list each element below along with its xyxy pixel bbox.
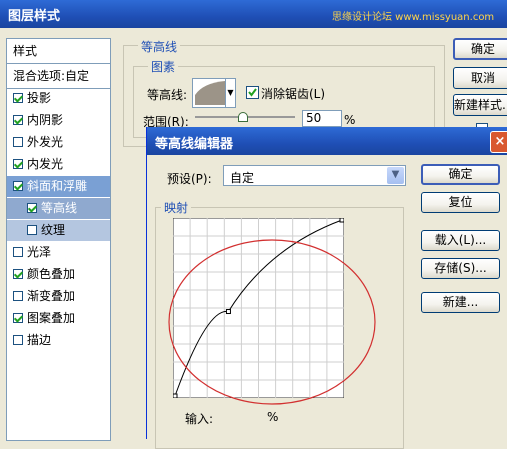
inner-shadow-checkbox[interactable]: [13, 115, 23, 125]
style-item-satin[interactable]: 光泽: [7, 242, 110, 263]
style-list: 样式 混合选项:自定 投影 内阴影 外发光 内发光 斜面和浮雕 等高线 纹理 光…: [6, 38, 111, 441]
drop-shadow-checkbox[interactable]: [13, 93, 23, 103]
inner-glow-checkbox[interactable]: [13, 159, 23, 169]
new-style-button[interactable]: 新建样式...: [453, 94, 507, 116]
satin-checkbox[interactable]: [13, 247, 23, 257]
range-unit: %: [344, 113, 356, 127]
chevron-down-icon[interactable]: ▼: [387, 167, 404, 184]
anti-alias-checkbox[interactable]: [246, 86, 259, 99]
layer-style-title: 图层样式: [8, 9, 61, 24]
input-label: 输入:: [185, 412, 214, 426]
layer-style-ok-button[interactable]: 确定: [453, 38, 507, 60]
style-item-inner-glow[interactable]: 内发光: [7, 154, 110, 175]
elements-group-title: 图素: [148, 58, 179, 75]
style-item-color-overlay[interactable]: 颜色叠加: [7, 264, 110, 285]
color-overlay-checkbox[interactable]: [13, 269, 23, 279]
mapping-title: 映射: [161, 199, 192, 216]
load-button[interactable]: 载入(L)...: [421, 230, 500, 251]
bevel-emboss-checkbox[interactable]: [13, 181, 23, 191]
blend-options-item[interactable]: 混合选项:自定: [7, 66, 110, 87]
contour-picker[interactable]: [192, 78, 228, 108]
contour-panel-title: 等高线: [138, 38, 181, 55]
save-button[interactable]: 存储(S)...: [421, 258, 500, 279]
preset-label: 预设(P):: [167, 172, 212, 186]
style-item-pattern-overlay[interactable]: 图案叠加: [7, 308, 110, 329]
outer-glow-checkbox[interactable]: [13, 137, 23, 147]
close-icon[interactable]: ×: [490, 131, 507, 153]
watermark: 思缘设计论坛 www.missyuan.com: [332, 12, 495, 23]
input-unit: %: [267, 410, 279, 424]
divider: [7, 63, 110, 64]
style-item-stroke[interactable]: 描边: [7, 330, 110, 351]
style-item-bevel-emboss[interactable]: 斜面和浮雕: [7, 176, 110, 197]
contour-editor-title: 等高线编辑器: [155, 137, 234, 152]
layer-style-cancel-button[interactable]: 取消: [453, 67, 507, 89]
contour-editor-dialog: 等高线编辑器 × 预设(P): 自定 ▼ 映射 输入: % 确定 复位 载入(L…: [146, 127, 507, 449]
style-item-drop-shadow[interactable]: 投影: [7, 88, 110, 109]
range-slider-thumb[interactable]: [238, 112, 248, 122]
style-item-gradient-overlay[interactable]: 渐变叠加: [7, 286, 110, 307]
check-icon: [248, 88, 257, 97]
style-item-texture[interactable]: 纹理: [7, 220, 110, 241]
contour-label: 等高线:: [147, 88, 188, 102]
contour-ok-button[interactable]: 确定: [421, 164, 500, 185]
contour-dropdown-icon[interactable]: ▼: [225, 78, 236, 108]
preset-select[interactable]: 自定 ▼: [223, 165, 406, 186]
contour-checkbox[interactable]: [27, 203, 37, 213]
style-item-contour[interactable]: 等高线: [7, 198, 110, 219]
gradient-overlay-checkbox[interactable]: [13, 291, 23, 301]
contour-thumbnail-icon: [195, 81, 225, 105]
range-input[interactable]: 50: [302, 110, 342, 127]
curve-point: [339, 218, 344, 223]
style-item-inner-shadow[interactable]: 内阴影: [7, 110, 110, 131]
annotation-circle: [168, 239, 376, 405]
stroke-checkbox[interactable]: [13, 335, 23, 345]
reset-button[interactable]: 复位: [421, 192, 500, 213]
styles-header[interactable]: 样式: [7, 41, 110, 62]
anti-alias-label: 消除锯齿(L): [261, 87, 326, 101]
texture-checkbox[interactable]: [27, 225, 37, 235]
style-item-outer-glow[interactable]: 外发光: [7, 132, 110, 153]
new-button[interactable]: 新建...: [421, 292, 500, 313]
preset-value: 自定: [230, 171, 255, 185]
pattern-overlay-checkbox[interactable]: [13, 313, 23, 323]
